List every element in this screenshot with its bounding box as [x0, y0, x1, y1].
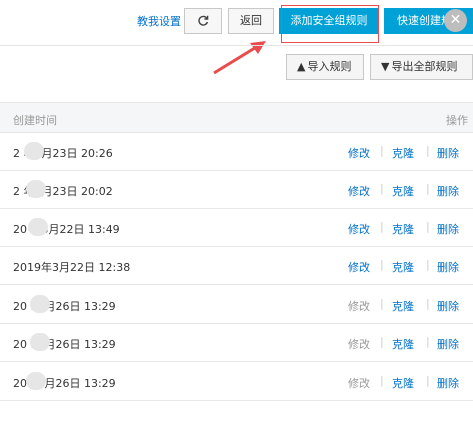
- top-toolbar: 教我设置 返回 添加安全组规则 快速创建规 ✕: [0, 0, 473, 45]
- delete-link[interactable]: 删除: [437, 259, 459, 275]
- separator: |: [380, 144, 384, 157]
- separator: |: [380, 258, 384, 271]
- clone-link[interactable]: 克隆: [392, 221, 414, 237]
- delete-link[interactable]: 删除: [437, 375, 459, 391]
- delete-link[interactable]: 删除: [437, 221, 459, 237]
- refresh-button[interactable]: [184, 8, 222, 34]
- created-time: 20 11月26日 13:29: [13, 300, 116, 313]
- table-row: 20 11月26日 13:29 修改 | 克隆 | 删除: [0, 324, 473, 362]
- modify-link[interactable]: 修改: [348, 259, 370, 275]
- redaction-blur: [28, 218, 48, 236]
- clone-link[interactable]: 克隆: [392, 336, 414, 352]
- delete-link[interactable]: 删除: [437, 298, 459, 314]
- redaction-blur: [30, 295, 50, 313]
- clone-link[interactable]: 克隆: [392, 259, 414, 275]
- separator: |: [380, 297, 384, 310]
- download-icon: ▼: [381, 60, 390, 73]
- clone-link[interactable]: 克隆: [392, 183, 414, 199]
- close-icon[interactable]: ✕: [444, 9, 467, 32]
- clone-link[interactable]: 克隆: [392, 145, 414, 161]
- redaction-blur: [30, 333, 50, 351]
- export-label: 导出全部规则: [391, 60, 458, 73]
- import-rules-button[interactable]: ▲ 导入规则: [286, 54, 364, 80]
- separator: |: [380, 220, 384, 233]
- clone-link[interactable]: 克隆: [392, 375, 414, 391]
- separator: |: [380, 335, 384, 348]
- modify-link[interactable]: 修改: [348, 375, 370, 391]
- table-row: 20 11月26日 13:29 修改 | 克隆 | 删除: [0, 286, 473, 324]
- table-row: 2 年3月23日 20:02 修改 | 克隆 | 删除: [0, 171, 473, 209]
- clone-link[interactable]: 克隆: [392, 298, 414, 314]
- delete-link[interactable]: 删除: [437, 336, 459, 352]
- table-row: 20 11月26日 13:29 修改 | 克隆 | 删除: [0, 363, 473, 401]
- modify-link[interactable]: 修改: [348, 221, 370, 237]
- table-header: 创建时间 操作: [0, 102, 473, 133]
- import-label: 导入规则: [307, 60, 352, 73]
- delete-link[interactable]: 删除: [437, 145, 459, 161]
- separator: |: [426, 182, 430, 195]
- modify-link[interactable]: 修改: [348, 183, 370, 199]
- modify-link[interactable]: 修改: [348, 298, 370, 314]
- separator: |: [426, 258, 430, 271]
- column-header-operations: 操作: [446, 114, 468, 127]
- redaction-blur: [24, 142, 44, 160]
- table-row: 2019年3月22日 12:38 修改 | 克隆 | 删除: [0, 247, 473, 285]
- column-header-created-time: 创建时间: [13, 114, 57, 127]
- back-button[interactable]: 返回: [228, 8, 274, 34]
- table-row: 2 年3月23日 20:26 修改 | 克隆 | 删除: [0, 133, 473, 171]
- delete-link[interactable]: 删除: [437, 183, 459, 199]
- separator: |: [426, 297, 430, 310]
- modify-link[interactable]: 修改: [348, 145, 370, 161]
- created-time: 2019年3月22日 12:38: [13, 261, 131, 274]
- divider: [0, 45, 473, 46]
- teach-me-link[interactable]: 教我设置: [137, 13, 181, 29]
- redaction-blur: [26, 180, 46, 198]
- separator: |: [426, 335, 430, 348]
- created-time: 20 11月26日 13:29: [13, 338, 116, 351]
- add-security-rule-button[interactable]: 添加安全组规则: [279, 8, 379, 34]
- separator: |: [380, 182, 384, 195]
- separator: |: [426, 374, 430, 387]
- export-all-rules-button[interactable]: ▼ 导出全部规则: [370, 54, 473, 80]
- refresh-icon: [198, 15, 209, 26]
- separator: |: [380, 374, 384, 387]
- redaction-blur: [26, 372, 46, 390]
- modify-link[interactable]: 修改: [348, 336, 370, 352]
- table-row: 20 年3月22日 13:49 修改 | 克隆 | 删除: [0, 209, 473, 247]
- separator: |: [426, 220, 430, 233]
- separator: |: [426, 144, 430, 157]
- upload-icon: ▲: [297, 60, 306, 73]
